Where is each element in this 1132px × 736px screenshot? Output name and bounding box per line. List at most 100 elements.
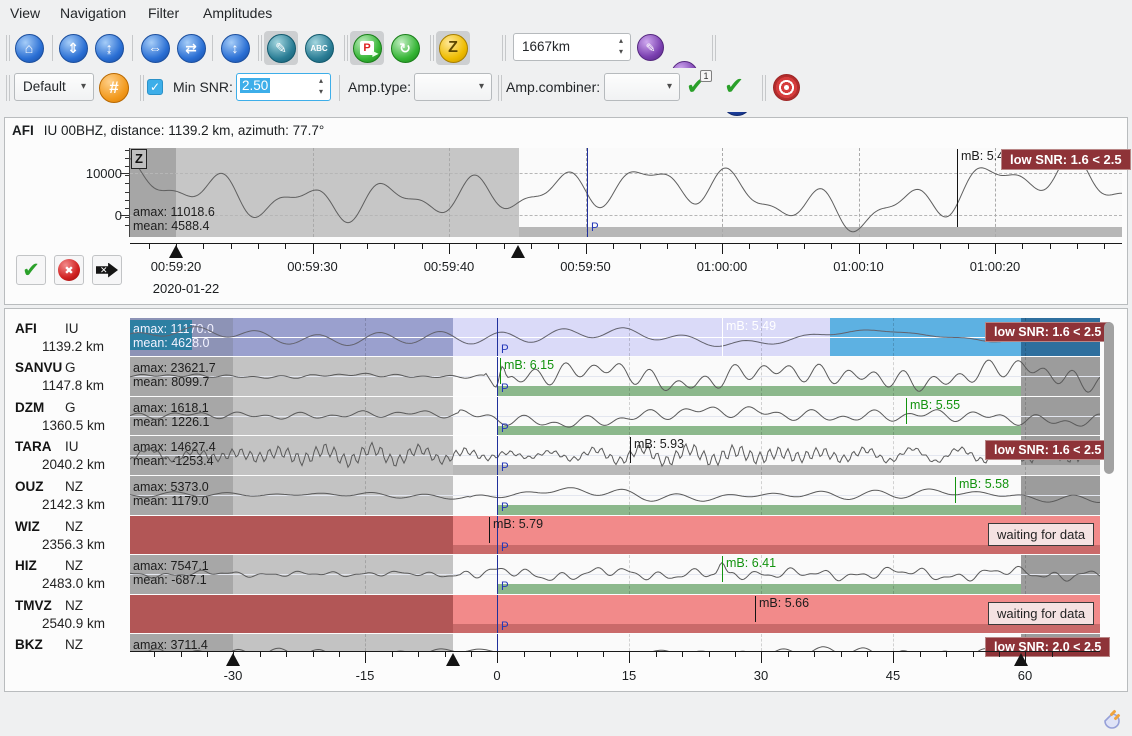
noise-window-handle[interactable] (226, 653, 240, 666)
p-pick-marker[interactable] (497, 397, 498, 435)
window-end-handle[interactable] (511, 245, 525, 258)
station-waveform (130, 318, 1100, 356)
hash-button[interactable]: # (99, 73, 129, 103)
skip-button[interactable]: ✕ (92, 255, 122, 285)
profile-combobox[interactable]: Default ▾ (14, 73, 94, 101)
menu-view[interactable]: View (10, 5, 40, 21)
toolbar-handle[interactable] (140, 75, 144, 101)
station-row-tmvz[interactable]: TMVZNZ2540.9 kmPmB: 5.66waiting for data (0, 595, 1132, 633)
spin-down-icon[interactable]: ▾ (619, 47, 623, 56)
menu-filter[interactable]: Filter (148, 5, 179, 21)
min-snr-spinbox[interactable]: 2.50 ▴ ▾ (236, 73, 331, 101)
station-row-tara[interactable]: TARAIU2040.2 kmamax: 14627.4mean: -1253.… (0, 436, 1132, 475)
p-pick-marker[interactable] (587, 148, 588, 237)
fit-vertical-button[interactable]: ↨ (92, 31, 126, 65)
apply-one-button[interactable]: ✔1 (686, 72, 706, 101)
amplitude-marker[interactable] (906, 398, 907, 424)
vertical-scrollbar[interactable] (1104, 322, 1114, 474)
amplitude-marker[interactable] (489, 517, 490, 543)
station-row-sanvu[interactable]: SANVUG1147.8 kmamax: 23621.7mean: 8099.7… (0, 357, 1132, 396)
offset-axis (130, 651, 1100, 652)
p-pick-marker[interactable] (497, 357, 498, 396)
recalculate-button[interactable]: ↻ (388, 31, 422, 65)
station-row-bkz[interactable]: BKZNZamax: 3711.4P (0, 634, 1132, 651)
time-tick-label: 00:59:30 (268, 259, 358, 274)
zoom-amax-value: amax: 11018.6 (133, 205, 215, 219)
p-pick-label: P (501, 423, 509, 435)
min-snr-checkbox[interactable]: ✓ (147, 79, 163, 95)
accept-button[interactable]: ✔ (16, 255, 46, 285)
component-z-button[interactable]: Z (436, 31, 470, 65)
spin-up-icon[interactable]: ▴ (319, 76, 323, 85)
labels-button[interactable]: ABC (302, 31, 336, 65)
toolbar-handle[interactable] (6, 35, 10, 61)
station-row-hiz[interactable]: HIZNZ2483.0 kmamax: 7547.1mean: -687.1Pm… (0, 555, 1132, 594)
station-distance: 2540.9 km (42, 616, 105, 631)
chevron-down-icon: ▾ (81, 81, 86, 92)
toolbar-handle[interactable] (258, 35, 262, 61)
amplitude-marker[interactable] (955, 477, 956, 503)
measure-tool-button[interactable]: ✎ (264, 31, 298, 65)
station-row-ouz[interactable]: OUZNZ2142.3 kmamax: 5373.0mean: 1179.0Pm… (0, 476, 1132, 515)
offset-tick-label: 30 (731, 668, 791, 683)
noise-end-handle[interactable] (446, 653, 460, 666)
scroll-vertical-button[interactable]: ⇕ (56, 31, 90, 65)
station-distance: 1360.5 km (42, 418, 105, 433)
reject-button[interactable]: ✖ (54, 255, 84, 285)
p-pick-label: P (591, 222, 599, 234)
ruler-icon: ✎ (267, 34, 296, 63)
spin-down-icon[interactable]: ▾ (319, 87, 323, 96)
apply-all-button[interactable]: ✔ (724, 72, 744, 101)
network-code: NZ (65, 637, 83, 651)
zoom-trace-header: AFIIU 00BHZ, distance: 1139.2 km, azimut… (12, 123, 324, 138)
station-code: DZM (15, 400, 44, 415)
amp-combiner-combobox[interactable]: ▾ (604, 73, 680, 101)
skip-icon: ✕ (96, 263, 118, 278)
toolbar-handle[interactable] (430, 35, 434, 61)
amplitude-marker[interactable] (630, 437, 631, 463)
channel-badge: Z (131, 149, 147, 169)
station-row-dzm[interactable]: DZMG1360.5 kmamax: 1618.1mean: 1226.1PmB… (0, 397, 1132, 435)
target-icon[interactable] (773, 74, 800, 101)
amplitude-marker[interactable] (755, 596, 756, 622)
home-button[interactable]: ⌂ (12, 31, 46, 65)
amplitude-marker[interactable] (722, 318, 723, 356)
p-pick-marker[interactable] (497, 476, 498, 515)
low-snr-badge: low SNR: 2.0 < 2.5 (985, 637, 1110, 657)
amp-type-combobox[interactable]: ▾ (414, 73, 492, 101)
spin-up-icon[interactable]: ▴ (619, 36, 623, 45)
p-pick-label: P (501, 581, 509, 593)
fit-amplitude-button[interactable]: ↕ (218, 31, 252, 65)
toolbar-handle[interactable] (6, 75, 10, 101)
distance-range-spinbox[interactable]: 1667km ▴ ▾ (513, 33, 631, 61)
toolbar-handle[interactable] (502, 35, 506, 61)
p-pick-marker[interactable] (497, 634, 498, 651)
fit-horizontal-button[interactable]: ⇄ (174, 31, 208, 65)
fit-vertical-icon: ↨ (95, 34, 124, 63)
menu-amplitudes[interactable]: Amplitudes (203, 5, 272, 21)
edit-pick-button[interactable]: ✎ (637, 34, 664, 61)
signal-end-handle[interactable] (1014, 653, 1028, 666)
p-pick-marker[interactable] (497, 595, 498, 633)
p-pick-marker[interactable] (497, 555, 498, 594)
scroll-horizontal-button[interactable]: ⇔ (138, 31, 172, 65)
toolbar-handle[interactable] (762, 75, 766, 101)
amplitude-marker[interactable] (957, 149, 958, 227)
toolbar-handle[interactable] (344, 35, 348, 61)
p-pick-marker[interactable] (497, 318, 498, 356)
p-pick-marker[interactable] (497, 436, 498, 475)
amplitude-marker[interactable] (500, 358, 501, 384)
menu-navigation[interactable]: Navigation (60, 5, 126, 21)
network-code: NZ (65, 519, 83, 534)
window-start-handle[interactable] (169, 245, 183, 258)
pick-p-button[interactable]: P▶ (350, 31, 384, 65)
amplitude-marker[interactable] (722, 556, 723, 582)
low-snr-badge: low SNR: 1.6 < 2.5 (1001, 149, 1131, 170)
station-rows: AFIIU1139.2 kmamax: 11170.0mean: 4628.0P… (0, 318, 1132, 651)
mb-value: mB: 5.55 (910, 398, 960, 412)
station-row-wiz[interactable]: WIZNZ2356.3 kmPmB: 5.79waiting for data (0, 516, 1132, 554)
station-row-afi[interactable]: AFIIU1139.2 kmamax: 11170.0mean: 4628.0P… (0, 318, 1132, 356)
toolbar-handle[interactable] (498, 75, 502, 101)
toolbar-handle[interactable] (712, 35, 716, 61)
header-station: AFI (12, 123, 34, 138)
